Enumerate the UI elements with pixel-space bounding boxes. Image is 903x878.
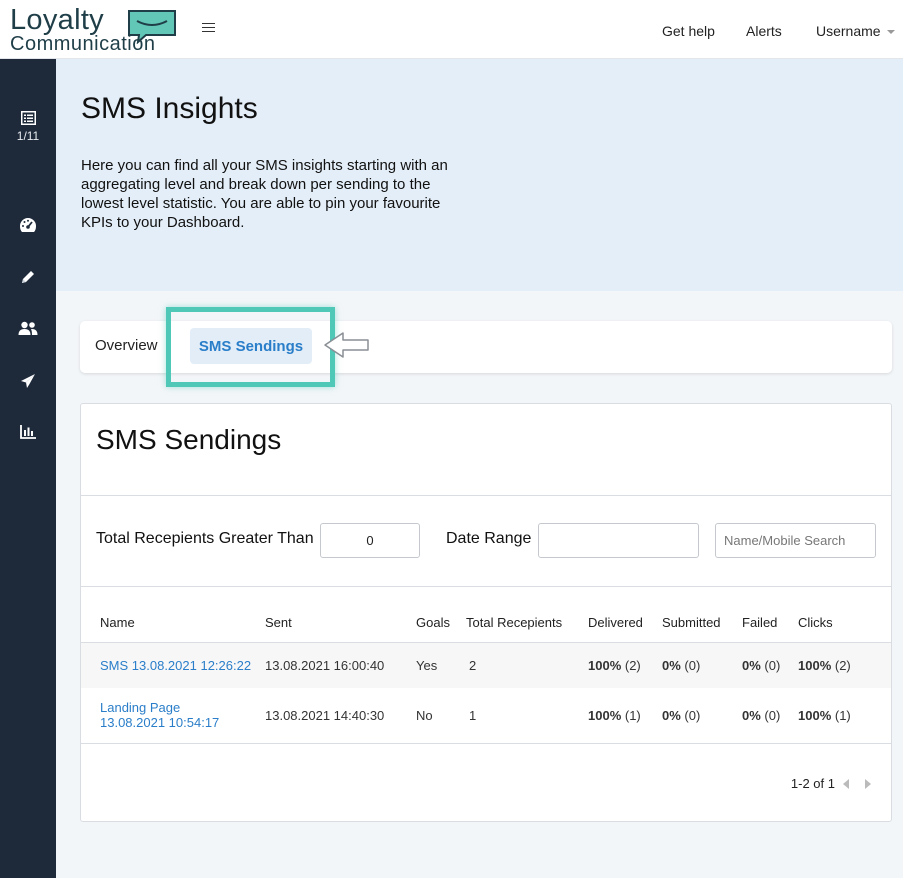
- column-header-failed[interactable]: Failed: [742, 604, 798, 643]
- date-range-label: Date Range: [446, 530, 532, 547]
- sent-cell: 13.08.2021 16:00:40: [265, 642, 416, 688]
- bar-chart-icon: [20, 425, 36, 439]
- failed-cell: 0% (0): [742, 642, 798, 688]
- sending-name-link[interactable]: Landing Page 13.08.2021 10:54:17: [100, 700, 219, 730]
- paper-plane-icon: [21, 374, 35, 388]
- sidebar-item-users[interactable]: [0, 321, 56, 335]
- failed-percent: 0%: [742, 707, 761, 723]
- sidebar-item-count: 1/11: [16, 129, 40, 143]
- column-header-submitted[interactable]: Submitted: [662, 604, 742, 643]
- app-logo[interactable]: Loyalty Communication: [8, 4, 180, 55]
- sidebar-item-dashboard[interactable]: [0, 217, 56, 233]
- sidebar-item-edit[interactable]: [0, 269, 56, 285]
- sms-sendings-card: SMS Sendings Total Recepients Greater Th…: [80, 403, 892, 822]
- page-description: Here you can find all your SMS insights …: [81, 157, 448, 231]
- sent-cell: 13.08.2021 14:40:30: [265, 688, 416, 744]
- card-divider: [81, 495, 891, 496]
- menu-toggle-icon[interactable]: [202, 20, 218, 36]
- clicks-percent: 100%: [798, 707, 832, 723]
- sidebar-item-list[interactable]: 1/11: [0, 111, 56, 143]
- dashboard-gauge-icon: [20, 218, 36, 232]
- column-header-goals[interactable]: Goals: [416, 604, 466, 643]
- card-title: SMS Sendings: [96, 424, 282, 455]
- pencil-icon: [22, 271, 34, 283]
- page-title: SMS Insights: [81, 92, 258, 125]
- clicks-cell: 100% (2): [798, 642, 891, 688]
- speech-bubble-icon: [128, 10, 176, 44]
- get-help-link[interactable]: Get help: [662, 23, 715, 39]
- submitted-percent: 0%: [662, 657, 681, 673]
- sending-name-link[interactable]: SMS 13.08.2021 12:26:22: [100, 658, 251, 673]
- submitted-count: (0): [684, 707, 701, 723]
- failed-count: (0): [764, 657, 781, 673]
- list-icon: [20, 111, 36, 125]
- date-range-input[interactable]: [538, 523, 699, 558]
- delivered-count: (1): [624, 707, 641, 723]
- clicks-count: (2): [834, 657, 851, 673]
- clicks-count: (1): [834, 707, 851, 723]
- column-header-name[interactable]: Name: [81, 604, 265, 643]
- delivered-cell: 100% (1): [588, 688, 662, 744]
- delivered-count: (2): [624, 657, 641, 673]
- failed-count: (0): [764, 707, 781, 723]
- submitted-cell: 0% (0): [662, 642, 742, 688]
- top-bar: Loyalty Communication Get help Alerts Us…: [0, 0, 903, 59]
- filters-divider: [81, 586, 891, 587]
- failed-cell: 0% (0): [742, 688, 798, 744]
- column-header-delivered[interactable]: Delivered: [588, 604, 662, 643]
- pagination-label: 1-2 of 1: [790, 776, 835, 791]
- next-page-icon[interactable]: [865, 778, 871, 789]
- sidebar-item-send[interactable]: [0, 373, 56, 389]
- delivered-percent: 100%: [588, 707, 622, 723]
- failed-percent: 0%: [742, 657, 761, 673]
- caret-down-icon: [886, 30, 895, 35]
- goals-cell: Yes: [416, 642, 466, 688]
- submitted-cell: 0% (0): [662, 688, 742, 744]
- table-row[interactable]: SMS 13.08.2021 12:26:22 13.08.2021 16:00…: [81, 642, 891, 688]
- column-header-sent[interactable]: Sent: [265, 604, 416, 643]
- pointer-arrow-icon: [324, 332, 369, 358]
- clicks-percent: 100%: [798, 657, 832, 673]
- total-recipients-cell: 2: [466, 642, 588, 688]
- submitted-percent: 0%: [662, 707, 681, 723]
- page-header: SMS Insights Here you can find all your …: [56, 59, 903, 291]
- recipients-threshold-input[interactable]: [320, 523, 420, 558]
- name-mobile-search-input[interactable]: [715, 523, 876, 558]
- users-icon: [18, 321, 38, 335]
- tabs-bar: Overview SMS Sendings: [80, 321, 892, 373]
- pagination: 1-2 of 1: [791, 776, 871, 791]
- column-header-total-recipients[interactable]: Total Recepients: [466, 604, 588, 643]
- sidebar-item-reports[interactable]: [0, 425, 56, 439]
- total-recipients-cell: 1: [466, 688, 588, 744]
- sidebar: 1/11: [0, 59, 56, 878]
- previous-page-icon[interactable]: [843, 778, 849, 789]
- delivered-cell: 100% (2): [588, 642, 662, 688]
- user-menu[interactable]: Username: [816, 23, 895, 39]
- column-header-clicks[interactable]: Clicks: [798, 604, 891, 643]
- alerts-link[interactable]: Alerts: [746, 23, 782, 39]
- delivered-percent: 100%: [588, 657, 622, 673]
- submitted-count: (0): [684, 657, 701, 673]
- sendings-table: Name Sent Goals Total Recepients Deliver…: [81, 604, 891, 744]
- table-row[interactable]: Landing Page 13.08.2021 10:54:17 13.08.2…: [81, 688, 891, 744]
- tab-sms-sendings[interactable]: SMS Sendings: [190, 328, 312, 364]
- table-header-row: Name Sent Goals Total Recepients Deliver…: [81, 604, 891, 643]
- username-label: Username: [816, 23, 881, 39]
- goals-cell: No: [416, 688, 466, 744]
- clicks-cell: 100% (1): [798, 688, 891, 744]
- tab-overview[interactable]: Overview: [95, 337, 158, 354]
- recipients-filter-label: Total Recepients Greater Than: [96, 530, 314, 547]
